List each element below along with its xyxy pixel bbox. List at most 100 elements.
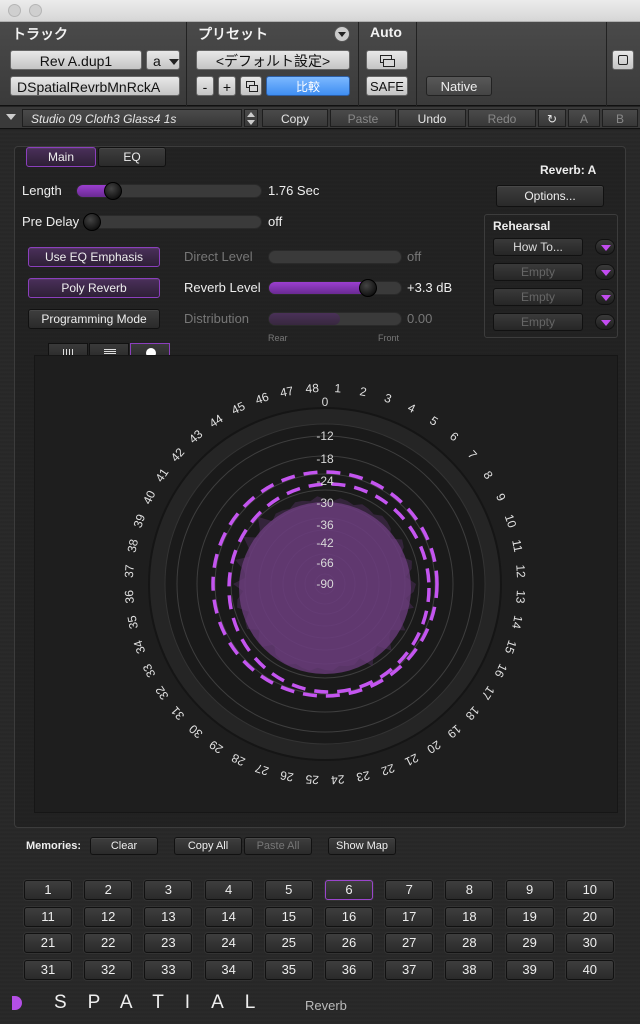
channel-label: 1 — [334, 381, 342, 395]
memory-slot-button[interactable]: 8 — [445, 880, 494, 900]
rehearsal-dropdown[interactable] — [595, 239, 615, 255]
predelay-knob[interactable] — [83, 213, 101, 231]
reverb-level-slider[interactable] — [268, 279, 402, 297]
paste-button[interactable]: Paste — [330, 109, 396, 127]
memory-slot-button[interactable]: 30 — [565, 933, 614, 953]
channel-label: 32 — [152, 683, 171, 702]
length-knob[interactable] — [103, 182, 122, 200]
rehearsal-item[interactable]: Empty — [493, 313, 583, 331]
memory-slot-button[interactable]: 21 — [24, 933, 72, 953]
compare-button[interactable]: 比較 — [266, 76, 350, 96]
memory-slot-button[interactable]: 32 — [84, 959, 133, 980]
memory-slot-button[interactable]: 40 — [565, 959, 614, 980]
plugin-selector[interactable]: DSpatialRevrbMnRckA — [10, 76, 180, 96]
redo-button[interactable]: Redo — [468, 109, 536, 127]
options-button[interactable]: Options... — [496, 185, 604, 207]
memory-slot-button[interactable]: 38 — [445, 959, 494, 980]
rehearsal-dropdown[interactable] — [595, 314, 615, 330]
memory-slot-button[interactable]: 27 — [385, 933, 434, 953]
memory-slot-button[interactable]: 33 — [144, 959, 193, 980]
previous-preset-button[interactable]: - — [196, 76, 214, 96]
tab-main[interactable]: Main — [26, 147, 96, 167]
memory-slot-button[interactable]: 37 — [385, 959, 434, 980]
memory-slot-button[interactable]: 11 — [24, 906, 72, 927]
predelay-slider[interactable] — [83, 213, 262, 231]
next-preset-button[interactable]: + — [218, 76, 236, 96]
a-button[interactable]: A — [568, 109, 600, 127]
swap-ab-button[interactable]: ↻ — [538, 109, 566, 127]
memory-slot-button[interactable]: 25 — [264, 933, 313, 953]
memory-slot-button[interactable]: 13 — [144, 906, 193, 927]
memory-slot-button[interactable]: 29 — [505, 933, 554, 953]
memory-slot-button[interactable]: 15 — [264, 906, 313, 927]
memory-slot-button[interactable]: 19 — [505, 906, 554, 927]
programming-mode-button[interactable]: Programming Mode — [28, 309, 160, 329]
memory-slot-button[interactable]: 12 — [84, 906, 133, 927]
preset-selector[interactable]: <デフォルト設定> — [196, 50, 350, 70]
show-map-button[interactable]: Show Map — [328, 837, 396, 855]
memory-slot-button[interactable]: 5 — [264, 880, 313, 900]
copy-button[interactable]: Copy — [262, 109, 328, 127]
poly-reverb-button[interactable]: Poly Reverb — [28, 278, 160, 298]
clear-memories-button[interactable]: Clear — [90, 837, 158, 855]
channel-label: 25 — [305, 772, 320, 787]
length-slider[interactable] — [76, 182, 262, 200]
rehearsal-item[interactable]: Empty — [493, 263, 583, 281]
brand-logo-icon — [12, 996, 22, 1010]
use-eq-emphasis-button[interactable]: Use EQ Emphasis — [28, 247, 160, 267]
copy-all-button[interactable]: Copy All — [174, 837, 242, 855]
memory-slot-button[interactable]: 14 — [204, 906, 253, 927]
rehearsal-item[interactable]: Empty — [493, 288, 583, 306]
memory-slot-button[interactable]: 7 — [385, 880, 434, 900]
memory-slot-button[interactable]: 31 — [24, 959, 72, 980]
target-button[interactable] — [612, 50, 634, 70]
memory-slot-button[interactable]: 6 — [325, 880, 373, 900]
distribution-label: Distribution — [184, 311, 250, 326]
minimize-window-button[interactable] — [29, 4, 42, 17]
preset-menu-icon[interactable] — [6, 114, 16, 120]
b-button[interactable]: B — [602, 109, 638, 127]
channel-label: 5 — [427, 413, 441, 429]
memory-slot-button[interactable]: 18 — [445, 906, 494, 927]
safe-button[interactable]: SAFE — [366, 76, 408, 96]
db-label: -24 — [316, 474, 334, 488]
memory-slot-button[interactable]: 4 — [204, 880, 253, 900]
distribution-slider[interactable] — [268, 312, 402, 326]
paste-all-button[interactable]: Paste All — [244, 837, 312, 855]
channel-label: 37 — [122, 564, 137, 579]
reverb-level-knob[interactable] — [359, 279, 378, 297]
rehearsal-item[interactable]: How To... — [493, 238, 583, 256]
window-icon — [249, 85, 258, 92]
preset-path[interactable]: Studio 09 Cloth3 Glass4 1s — [22, 109, 242, 127]
chevron-down-icon — [601, 295, 611, 301]
memory-slot-button[interactable]: 39 — [505, 959, 554, 980]
preset-library-button[interactable] — [240, 76, 262, 96]
memory-slot-button[interactable]: 9 — [505, 880, 554, 900]
memory-slot-button[interactable]: 10 — [565, 880, 614, 900]
memory-slot-button[interactable]: 24 — [204, 933, 253, 953]
memory-slot-button[interactable]: 26 — [325, 933, 373, 953]
memory-slot-button[interactable]: 28 — [445, 933, 494, 953]
track-channel-selector[interactable]: a — [146, 50, 180, 70]
memory-slot-button[interactable]: 2 — [84, 880, 133, 900]
memory-slot-button[interactable]: 36 — [325, 959, 373, 980]
memory-slot-button[interactable]: 17 — [385, 906, 434, 927]
rehearsal-dropdown[interactable] — [595, 264, 615, 280]
preset-menu-button[interactable] — [334, 26, 350, 42]
memory-slot-button[interactable]: 22 — [84, 933, 133, 953]
close-window-button[interactable] — [8, 4, 21, 17]
preset-stepper[interactable] — [244, 109, 258, 127]
memory-slot-button[interactable]: 16 — [325, 906, 373, 927]
track-selector[interactable]: Rev A.dup1 — [10, 50, 142, 70]
memory-slot-button[interactable]: 23 — [144, 933, 193, 953]
memory-slot-button[interactable]: 3 — [144, 880, 193, 900]
memory-slot-button[interactable]: 35 — [264, 959, 313, 980]
rehearsal-dropdown[interactable] — [595, 289, 615, 305]
memory-slot-button[interactable]: 20 — [565, 906, 614, 927]
automation-window-button[interactable] — [366, 50, 408, 70]
memory-slot-button[interactable]: 1 — [24, 880, 72, 900]
tab-eq[interactable]: EQ — [98, 147, 166, 167]
direct-level-slider[interactable] — [268, 250, 402, 264]
memory-slot-button[interactable]: 34 — [204, 959, 253, 980]
undo-button[interactable]: Undo — [398, 109, 466, 127]
